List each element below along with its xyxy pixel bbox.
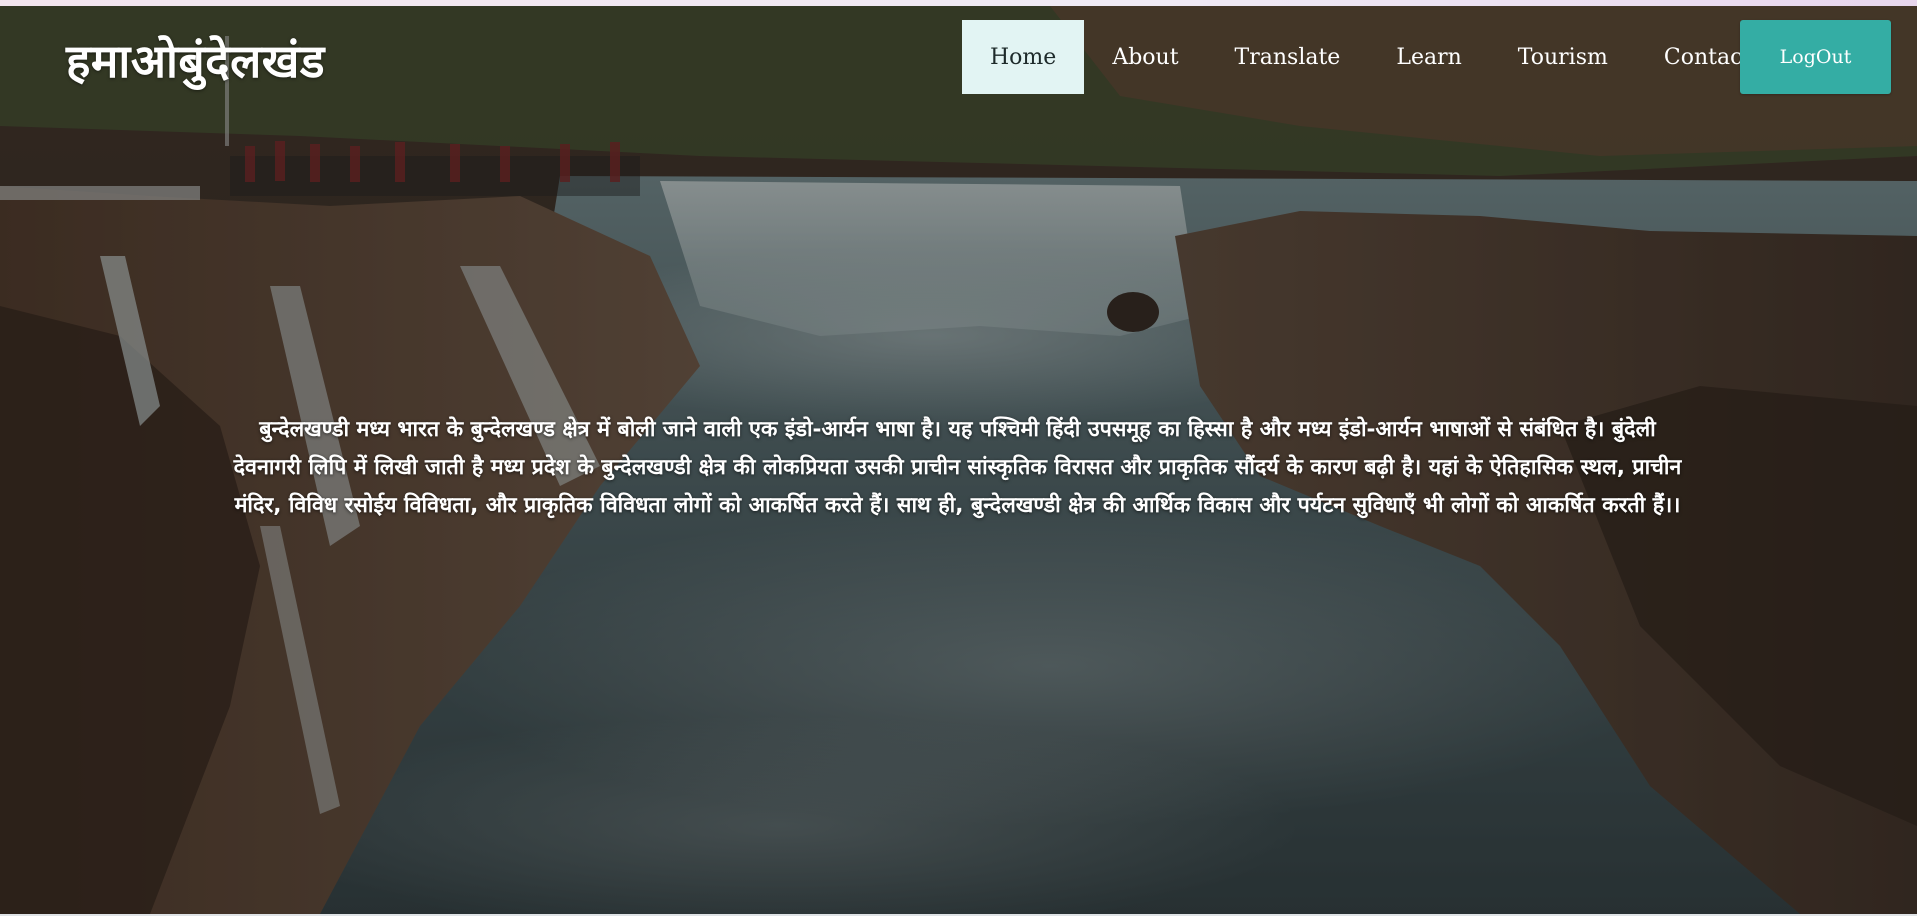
nav-item-about[interactable]: About bbox=[1084, 20, 1206, 94]
nav-item-home[interactable]: Home bbox=[962, 20, 1085, 94]
nav-menu: Home About Translate Learn Tourism Conta… bbox=[962, 20, 1779, 94]
brand-logo-text[interactable]: हमाओबुंदेलखंड bbox=[66, 34, 325, 89]
nav-item-tourism[interactable]: Tourism bbox=[1490, 20, 1636, 94]
hero-section: हमाओबुंदेलखंड Home About Translate Learn… bbox=[0, 6, 1917, 914]
nav-item-learn[interactable]: Learn bbox=[1368, 20, 1489, 94]
nav-item-translate[interactable]: Translate bbox=[1207, 20, 1369, 94]
hero-description: बुन्देलखण्डी मध्य भारत के बुन्देलखण्ड क्… bbox=[233, 416, 1682, 518]
top-navbar: हमाओबुंदेलखंड Home About Translate Learn… bbox=[0, 6, 1917, 106]
logout-button[interactable]: LogOut bbox=[1740, 20, 1891, 94]
